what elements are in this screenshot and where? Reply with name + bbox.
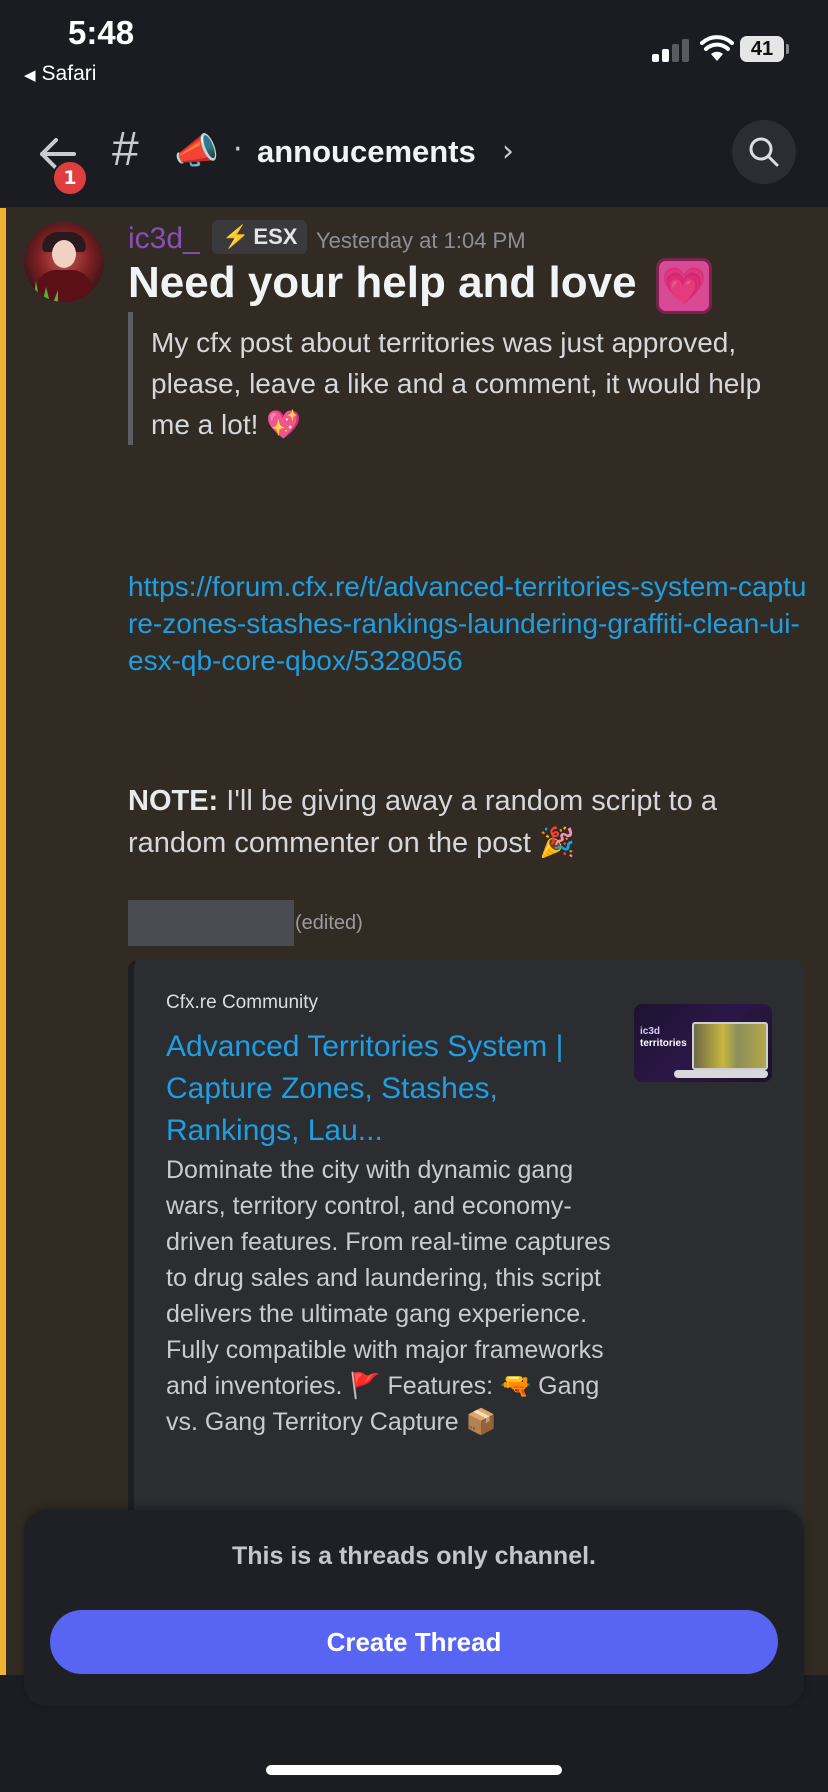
thumbnail-title: territories bbox=[640, 1038, 687, 1049]
block-quote: My cfx post about territories was just a… bbox=[128, 312, 804, 445]
threads-only-panel: This is a threads only channel. Create T… bbox=[24, 1510, 804, 1706]
status-time: 5:48 bbox=[68, 14, 135, 51]
notification-badge: 1 bbox=[52, 160, 88, 196]
lightning-icon: ⚡ bbox=[222, 224, 250, 249]
avatar[interactable] bbox=[24, 222, 104, 302]
server-tag[interactable]: ⚡ ESX bbox=[212, 220, 308, 254]
channel-name[interactable]: annoucements bbox=[257, 134, 476, 170]
threads-only-message: This is a threads only channel. bbox=[232, 1542, 596, 1570]
status-bar: 5:48 ◀ Safari 41 bbox=[0, 0, 828, 100]
quote-text: My cfx post about territories was just a… bbox=[151, 327, 762, 440]
cellular-signal-icon bbox=[652, 38, 692, 62]
embed-provider[interactable]: Cfx.re Community bbox=[166, 992, 318, 1014]
battery-icon: 41 bbox=[740, 36, 790, 62]
chevron-right-icon[interactable]: › bbox=[502, 134, 514, 169]
create-thread-button[interactable]: Create Thread bbox=[50, 1610, 778, 1674]
search-button[interactable] bbox=[732, 120, 796, 184]
home-indicator[interactable] bbox=[266, 1765, 562, 1775]
search-icon bbox=[749, 137, 779, 167]
wifi-icon bbox=[700, 35, 734, 61]
message-heading: Need your help and love bbox=[128, 258, 637, 307]
back-app-label: Safari bbox=[41, 62, 97, 85]
back-triangle-icon: ◀ bbox=[24, 67, 36, 84]
channel-hash-icon: # bbox=[112, 123, 139, 176]
embed-description: Dominate the city with dynamic gang wars… bbox=[166, 1156, 611, 1436]
message-timestamp: Yesterday at 1:04 PM bbox=[316, 228, 526, 253]
mention-highlight-bar bbox=[0, 208, 6, 1675]
separator-dot: · bbox=[233, 132, 243, 167]
edited-label: (edited) bbox=[295, 912, 363, 934]
note-paragraph: NOTE: I'll be giving away a random scrip… bbox=[128, 780, 808, 864]
server-tag-label: ESX bbox=[253, 224, 298, 249]
message-list[interactable]: ic3d_ ⚡ ESX Yesterday at 1:04 PM Need you… bbox=[0, 208, 828, 1675]
embed-title[interactable]: Advanced Territories System | Capture Zo… bbox=[166, 1026, 586, 1152]
embed-thumbnail[interactable]: ic3d territories bbox=[634, 1004, 772, 1082]
channel-header: 1 # 📣 · annoucements › bbox=[0, 100, 828, 208]
message-author[interactable]: ic3d_ bbox=[128, 222, 200, 256]
redacted-block bbox=[128, 900, 294, 946]
note-label: NOTE: bbox=[128, 785, 219, 817]
battery-level: 41 bbox=[740, 36, 784, 62]
thumbnail-brand: ic3d bbox=[640, 1026, 661, 1037]
heart-emoji-icon: 💗 bbox=[656, 258, 712, 314]
back-to-app-link[interactable]: ◀ Safari bbox=[24, 62, 96, 86]
forum-link[interactable]: https://forum.cfx.re/t/advanced-territor… bbox=[128, 568, 808, 679]
megaphone-icon: 📣 bbox=[174, 131, 219, 172]
